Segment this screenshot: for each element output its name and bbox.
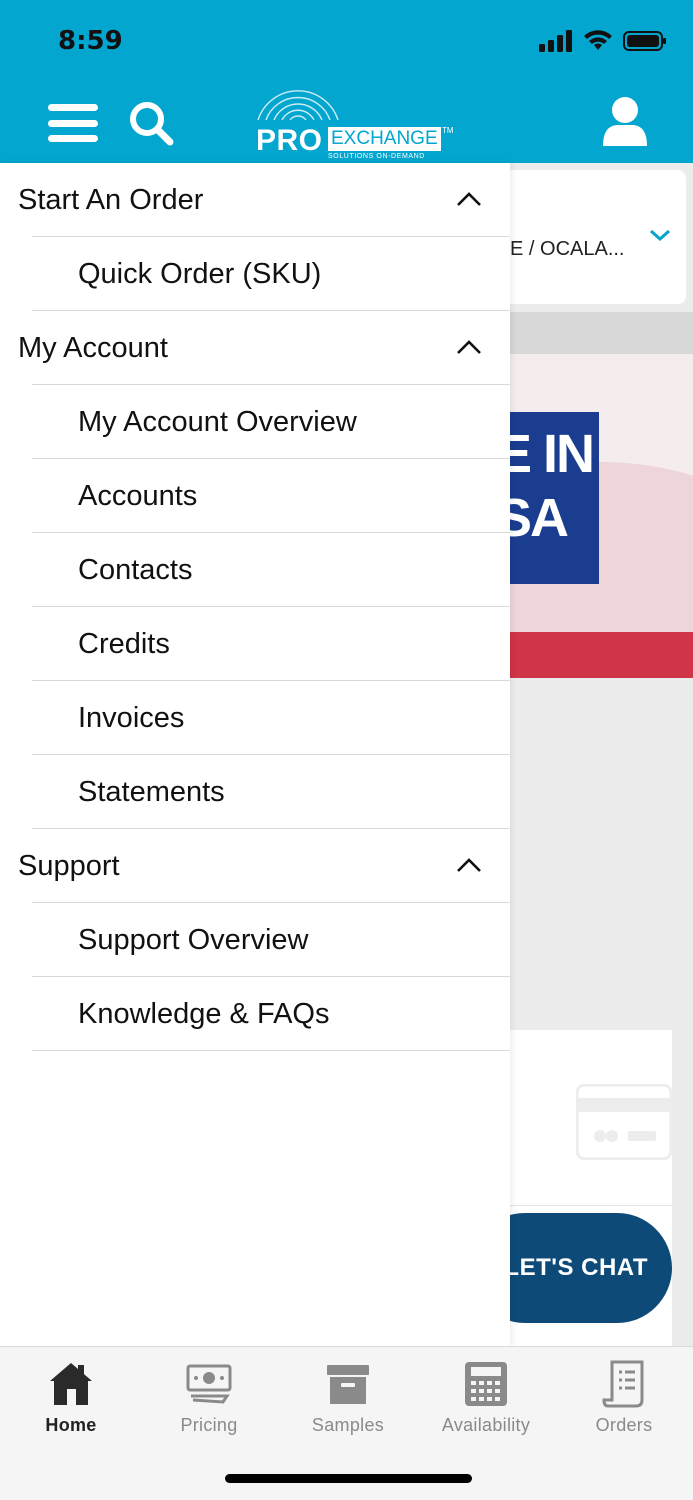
menu-item-label: Accounts (78, 480, 198, 512)
menu-item-knowledge-faqs[interactable]: Knowledge & FAQs (0, 977, 510, 1051)
logo-exchange-text: EXCHANGE (328, 127, 441, 151)
menu-item-invoices[interactable]: Invoices (0, 681, 510, 755)
menu-item-quick-order[interactable]: Quick Order (SKU) (0, 237, 510, 311)
location-text: E / OCALA... (510, 238, 625, 260)
menu-item-credits[interactable]: Credits (0, 607, 510, 681)
menu-section-my-account[interactable]: My Account (0, 311, 510, 385)
home-indicator[interactable] (225, 1474, 472, 1483)
menu-item-label: Credits (78, 628, 170, 660)
menu-section-label: My Account (18, 332, 168, 364)
logo-trademark: TM (442, 126, 454, 135)
chevron-up-icon[interactable] (456, 856, 482, 874)
cellular-signal-icon (539, 30, 572, 52)
user-account-icon[interactable] (603, 96, 647, 148)
menu-item-label: Support Overview (78, 924, 309, 956)
calculator-icon (465, 1362, 507, 1406)
search-icon[interactable] (128, 100, 174, 146)
chevron-up-icon[interactable] (456, 190, 482, 208)
menu-item-label: Contacts (78, 554, 193, 586)
menu-icon-bar (48, 104, 98, 111)
logo-tagline: SOLUTIONS ON-DEMAND (328, 153, 425, 160)
menu-item-my-account-overview[interactable]: My Account Overview (0, 385, 510, 459)
menu-item-label: Invoices (78, 702, 185, 734)
app-header: 8:59 PRO EXCHANGE TM SOLUTIONS ON-DEMAND (0, 0, 693, 163)
banner-text: E IN SA (496, 422, 595, 550)
menu-item-statements[interactable]: Statements (0, 755, 510, 829)
menu-item-contacts[interactable]: Contacts (0, 533, 510, 607)
menu-item-label: Quick Order (SKU) (78, 258, 322, 290)
money-icon (186, 1364, 232, 1404)
menu-toggle-button[interactable] (48, 104, 98, 142)
logo-pro-text: PRO (256, 124, 323, 157)
tab-home[interactable]: Home (2, 1359, 140, 1439)
menu-section-start-an-order[interactable]: Start An Order (0, 163, 510, 237)
credit-card-icon (576, 1084, 672, 1160)
tab-availability[interactable]: Availability (417, 1359, 555, 1439)
divider (510, 1205, 672, 1206)
menu-section-label: Start An Order (18, 184, 204, 216)
menu-section-support[interactable]: Support (0, 829, 510, 903)
banner-text-line2: SA (496, 488, 569, 548)
tab-samples[interactable]: Samples (279, 1359, 417, 1439)
chevron-down-icon[interactable] (648, 226, 672, 244)
status-time: 8:59 (58, 26, 123, 56)
battery-icon (623, 31, 666, 51)
signal-waves-icon (257, 90, 339, 121)
menu-item-label: Statements (78, 776, 225, 808)
tab-label: Pricing (180, 1415, 238, 1435)
menu-item-label: My Account Overview (78, 406, 357, 438)
divider (32, 1050, 510, 1051)
tab-orders[interactable]: Orders (555, 1359, 693, 1439)
chevron-up-icon[interactable] (456, 338, 482, 356)
navigation-drawer: Start An Order Quick Order (SKU) My Acco… (0, 163, 510, 1346)
banner-text-line1: E IN (496, 424, 595, 484)
wifi-icon (584, 30, 612, 50)
home-icon (50, 1363, 92, 1405)
tab-label: Availability (441, 1415, 531, 1435)
tab-label: Samples (311, 1415, 385, 1435)
tab-pricing[interactable]: Pricing (140, 1359, 278, 1439)
box-icon (327, 1365, 369, 1404)
receipt-icon (602, 1360, 644, 1408)
menu-icon-bar (48, 135, 98, 142)
menu-icon-bar (48, 119, 98, 127)
status-icons (539, 30, 667, 52)
menu-item-accounts[interactable]: Accounts (0, 459, 510, 533)
menu-section-label: Support (18, 850, 120, 882)
tab-label: Orders (595, 1415, 653, 1435)
menu-item-label: Knowledge & FAQs (78, 998, 330, 1030)
menu-item-support-overview[interactable]: Support Overview (0, 903, 510, 977)
pro-exchange-logo[interactable]: PRO EXCHANGE TM SOLUTIONS ON-DEMAND (248, 80, 458, 162)
tab-label: Home (45, 1415, 97, 1435)
